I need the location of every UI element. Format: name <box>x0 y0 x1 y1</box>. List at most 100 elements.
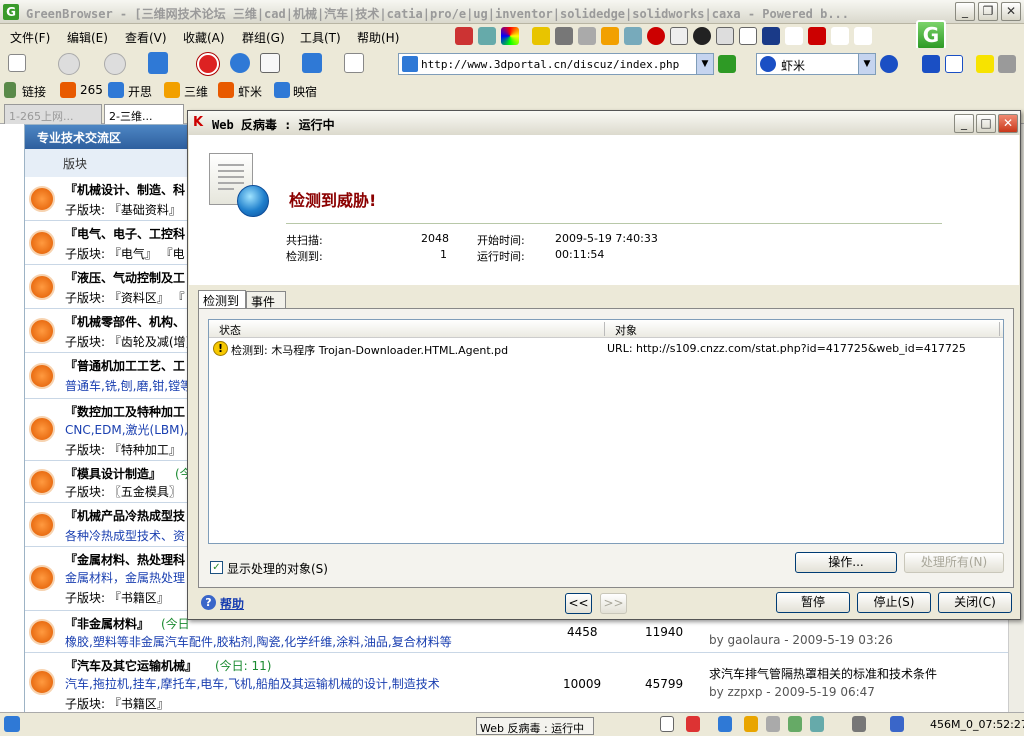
collect-icon[interactable] <box>555 27 573 45</box>
filter-icon[interactable] <box>532 27 550 45</box>
col-object[interactable]: 对象 <box>615 322 637 338</box>
undo-close-icon[interactable] <box>302 53 322 73</box>
up-icon[interactable] <box>148 52 168 74</box>
highlight-icon[interactable] <box>601 27 619 45</box>
forum-title[interactable]: 『机械设计、制造、科 <box>65 181 185 198</box>
forum-title[interactable]: 『机械产品冷热成型技 <box>65 507 185 524</box>
stop-script-icon[interactable] <box>647 27 665 45</box>
dialog-close-x-button[interactable]: ✕ <box>998 114 1018 133</box>
find-icon[interactable] <box>998 55 1016 73</box>
checkbox-icon[interactable] <box>739 27 757 45</box>
next-button[interactable]: >> <box>600 593 627 614</box>
grid-icon[interactable] <box>670 27 688 45</box>
at-icon[interactable] <box>693 27 711 45</box>
menu-file[interactable]: 文件(F) <box>10 29 50 46</box>
back-icon[interactable] <box>58 53 80 75</box>
menu-view[interactable]: 查看(V) <box>125 29 167 46</box>
page-status-icon[interactable] <box>660 716 674 732</box>
forum-last-post-by[interactable]: by zzpxp - 2009-5-19 06:47 <box>709 685 875 699</box>
forum-last-post-by[interactable]: by gaolaura - 2009-5-19 03:26 <box>709 633 893 647</box>
forum-subforums: 子版块: 『资料区』 『 <box>65 291 185 305</box>
page-icon[interactable] <box>716 27 734 45</box>
proxy-icon[interactable] <box>478 27 496 45</box>
popup-status-icon[interactable] <box>686 716 700 732</box>
restore-button[interactable]: ❐ <box>978 2 998 21</box>
fav-kaisi[interactable]: 开思 <box>128 83 152 100</box>
previous-button[interactable]: << <box>565 593 592 614</box>
new-page-icon[interactable] <box>8 54 26 72</box>
help-link[interactable]: 帮助 <box>220 595 244 612</box>
show-processed-label[interactable]: 显示处理的对象(S) <box>227 560 328 577</box>
forward-icon[interactable] <box>104 53 126 75</box>
forum-title[interactable]: 『非金属材料』 <box>65 615 149 632</box>
pen-icon[interactable] <box>785 27 803 45</box>
process-all-button[interactable]: 处理所有(N) <box>904 552 1004 573</box>
minimize-button[interactable]: _ <box>955 2 975 21</box>
search-go-icon[interactable] <box>880 55 898 73</box>
menu-help[interactable]: 帮助(H) <box>357 29 399 46</box>
menu-group[interactable]: 群组(G) <box>242 29 285 46</box>
menu-edit[interactable]: 编辑(E) <box>67 29 108 46</box>
forum-title[interactable]: 『液压、气动控制及工 <box>65 269 185 286</box>
tab-detected[interactable]: 检测到 <box>198 290 246 309</box>
forum-title[interactable]: 『机械零部件、机构、 <box>65 313 185 330</box>
home-icon[interactable] <box>260 53 280 73</box>
color-icon[interactable] <box>501 27 519 45</box>
go-icon[interactable] <box>718 55 736 73</box>
show-processed-checkbox[interactable]: ✓ <box>210 561 223 574</box>
baidu-icon[interactable] <box>922 55 940 73</box>
sparkle-icon[interactable] <box>854 27 872 45</box>
help-icon[interactable]: ? <box>201 595 216 610</box>
link-icon[interactable] <box>831 27 849 45</box>
activex-status-icon[interactable] <box>810 716 824 732</box>
search-dropdown-icon[interactable]: ▼ <box>858 54 875 74</box>
forum-title[interactable]: 『模具设计制造』 <box>65 465 161 482</box>
forum-title[interactable]: 『汽车及其它运输机械』 <box>65 657 197 674</box>
dialog-maximize-button[interactable]: □ <box>976 114 996 133</box>
highlighter-icon[interactable] <box>976 55 994 73</box>
forum-title[interactable]: 『电气、电子、工控科 <box>65 225 185 242</box>
pause-button[interactable]: 暂停 <box>776 592 850 613</box>
menu-tools[interactable]: 工具(T) <box>300 29 341 46</box>
taskbar-task[interactable]: Web 反病毒 : 运行中 <box>476 717 594 735</box>
fav-links[interactable]: 链接 <box>22 83 46 100</box>
block-icon[interactable] <box>808 27 826 45</box>
edit-icon[interactable] <box>344 53 364 73</box>
forum-title[interactable]: 『金属材料、热处理科 <box>65 551 185 568</box>
close-button[interactable]: 关闭(C) <box>938 592 1012 613</box>
fav-xiami[interactable]: 虾米 <box>238 83 262 100</box>
eraser-icon[interactable] <box>578 27 596 45</box>
zoom-icon[interactable] <box>624 27 642 45</box>
ie-mode-icon[interactable] <box>718 716 732 732</box>
search-engine-box[interactable]: 虾米 ▼ <box>756 53 876 75</box>
image-status-icon[interactable] <box>744 716 758 732</box>
list-item[interactable]: ! 检测到: 木马程序 Trojan-Downloader.HTML.Agent… <box>209 340 1003 358</box>
plugin-icon[interactable] <box>455 27 473 45</box>
tab-events[interactable]: 事件 <box>246 291 286 309</box>
proxy-status-icon[interactable] <box>852 716 866 732</box>
script-status-icon[interactable] <box>788 716 802 732</box>
close-button[interactable]: ✕ <box>1001 2 1021 21</box>
fav-sanwei[interactable]: 三维 <box>184 83 208 100</box>
stop-button[interactable]: 停止(S) <box>857 592 931 613</box>
address-dropdown-icon[interactable]: ▼ <box>696 54 713 74</box>
forum-title[interactable]: 『数控加工及特种加工 <box>65 403 185 420</box>
forum-last-topic[interactable]: 求汽车排气管隔热罩相关的标准和技术条件 <box>709 665 937 682</box>
tab-sanwei[interactable]: 2-三维... <box>104 104 184 124</box>
s-icon[interactable] <box>762 27 780 45</box>
refresh-icon[interactable] <box>230 53 250 73</box>
zoom-status-icon[interactable] <box>890 716 904 732</box>
tab-265[interactable]: 1-265上网... <box>4 104 102 124</box>
sound-status-icon[interactable] <box>766 716 780 732</box>
menu-favorites[interactable]: 收藏(A) <box>183 29 225 46</box>
dialog-minimize-button[interactable]: _ <box>954 114 974 133</box>
fav-265[interactable]: 265 <box>80 83 103 97</box>
col-status[interactable]: 状态 <box>219 322 241 338</box>
address-bar[interactable]: http://www.3dportal.cn/discuz/index.php … <box>398 53 714 75</box>
action-button[interactable]: 操作... <box>795 552 897 573</box>
forum-title[interactable]: 『普通机加工工艺、工 <box>65 357 185 374</box>
fav-yingsu[interactable]: 映宿 <box>293 83 317 100</box>
google-icon[interactable] <box>945 55 963 73</box>
stop-icon[interactable] <box>197 53 219 75</box>
address-url[interactable]: http://www.3dportal.cn/discuz/index.php <box>421 58 679 71</box>
